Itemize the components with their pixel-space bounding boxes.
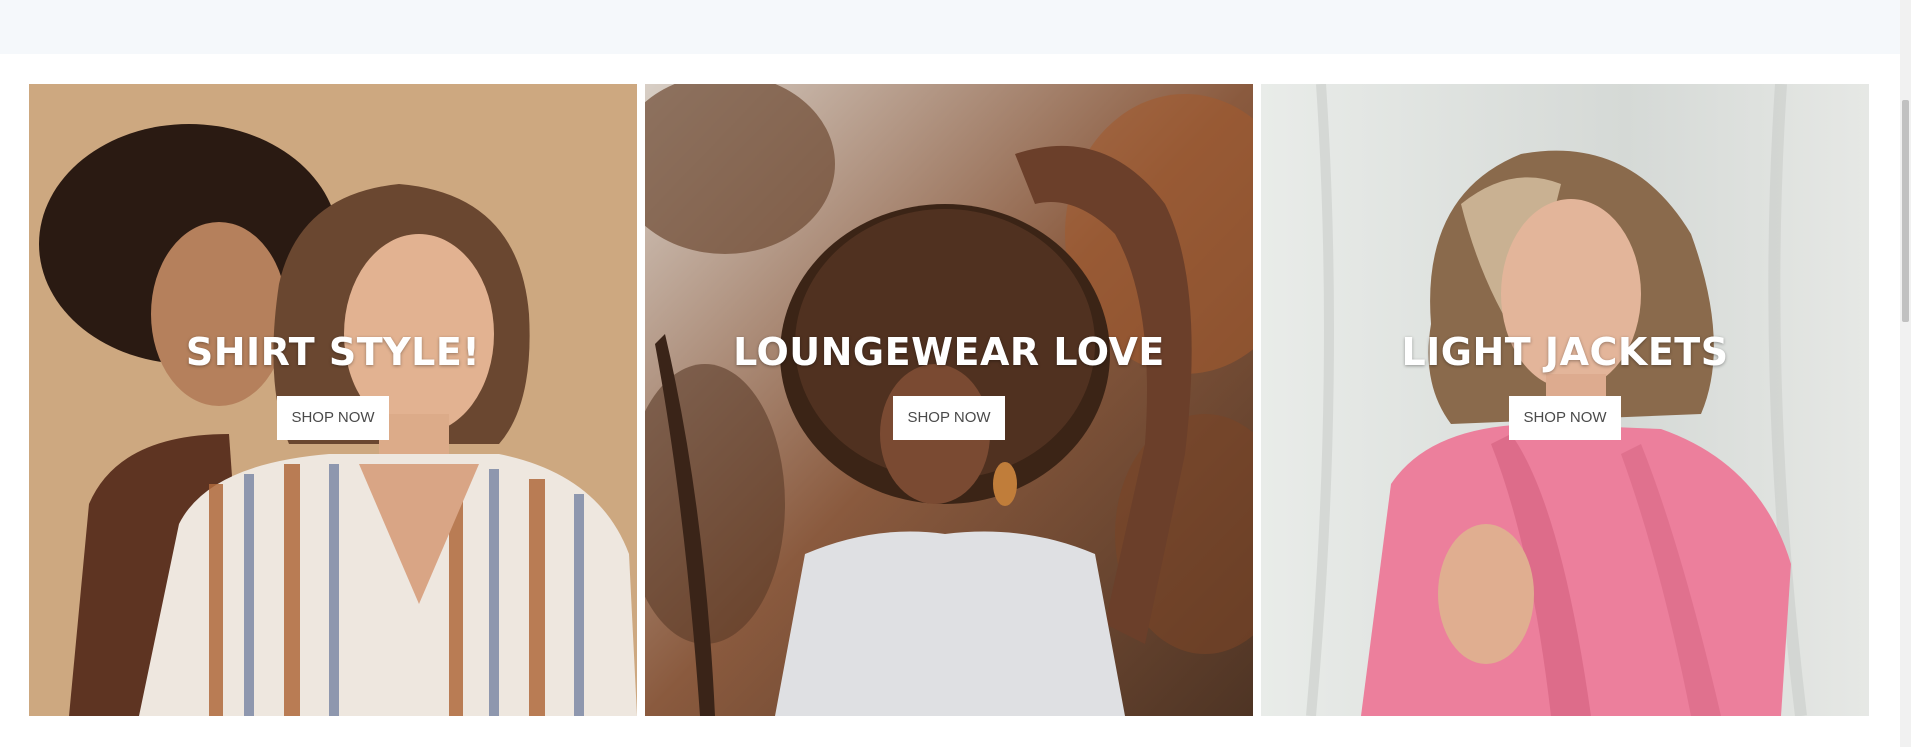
shop-now-button[interactable]: SHOP NOW <box>1509 395 1621 440</box>
shop-now-button[interactable]: SHOP NOW <box>893 395 1005 440</box>
tile-title: SHIRT STYLE! <box>185 330 481 374</box>
tile-title: LIGHT JACKETS <box>1401 330 1729 374</box>
category-tile-shirt-style[interactable]: SHIRT STYLE! SHOP NOW <box>29 84 637 716</box>
page-scrollbar[interactable] <box>1900 0 1911 747</box>
tile-title: LOUNGEWEAR LOVE <box>733 330 1165 374</box>
shop-now-button[interactable]: SHOP NOW <box>277 395 389 440</box>
top-banner-strip <box>0 0 1900 54</box>
tile-overlay: LIGHT JACKETS SHOP NOW <box>1261 330 1869 440</box>
category-tile-light-jackets[interactable]: LIGHT JACKETS SHOP NOW <box>1261 84 1869 716</box>
tile-overlay: SHIRT STYLE! SHOP NOW <box>29 330 637 440</box>
category-tile-loungewear-love[interactable]: LOUNGEWEAR LOVE SHOP NOW <box>645 84 1253 716</box>
category-tiles: SHIRT STYLE! SHOP NOW LOUNGEWEAR LOVE SH… <box>29 84 1870 716</box>
tile-overlay: LOUNGEWEAR LOVE SHOP NOW <box>645 330 1253 440</box>
scrollbar-thumb[interactable] <box>1902 100 1909 322</box>
